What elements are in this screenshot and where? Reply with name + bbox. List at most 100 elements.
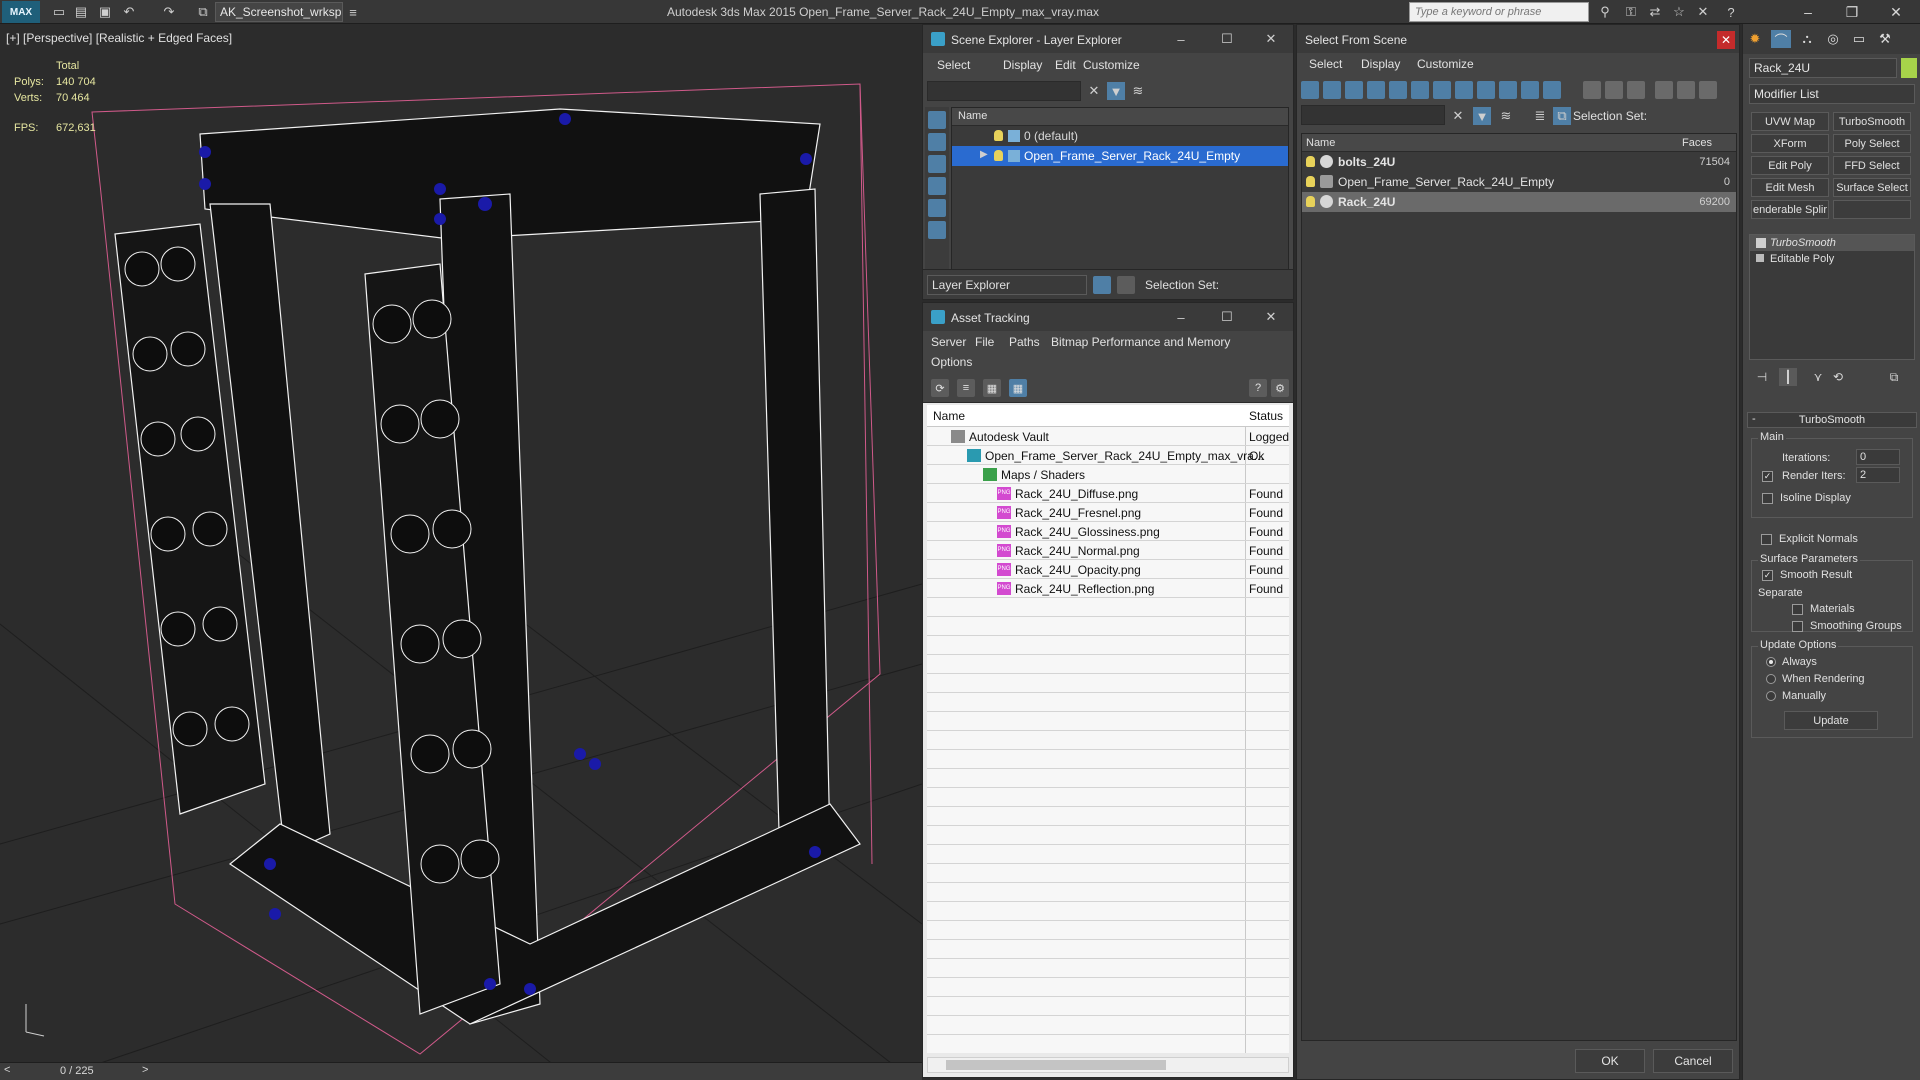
lightbulb-icon[interactable] [994, 130, 1003, 141]
explorer-type-dropdown[interactable]: Layer Explorer [927, 275, 1087, 295]
manually-radio[interactable] [1766, 691, 1776, 701]
asset-row[interactable]: Autodesk Vault Logged [927, 427, 1289, 446]
display-hidden-icon[interactable] [1543, 81, 1561, 99]
asset-row[interactable]: PNG Rack_24U_Diffuse.png Found [927, 484, 1289, 503]
select-none-icon[interactable] [1605, 81, 1623, 99]
undo-icon[interactable]: ↶ [120, 3, 138, 21]
rollout-header[interactable]: - TurboSmooth [1747, 412, 1917, 428]
select-from-scene-search-input[interactable] [1301, 105, 1445, 125]
surface-select-button[interactable]: Surface Select [1833, 178, 1911, 197]
select-all-icon[interactable] [1583, 81, 1601, 99]
exchange-icon[interactable]: ⇄ [1646, 3, 1664, 21]
asset-row[interactable]: Maps / Shaders [927, 465, 1289, 484]
lightbulb-icon[interactable] [1306, 196, 1315, 207]
expand-plus-icon[interactable] [1756, 254, 1764, 262]
display-shapes-icon[interactable] [928, 133, 946, 151]
display-geometry-icon[interactable] [928, 111, 946, 129]
iterations-spinner[interactable]: 0 [1856, 449, 1900, 465]
layer-row[interactable]: 0 (default) [952, 126, 1288, 146]
star-icon[interactable]: ☆ [1670, 3, 1688, 21]
close-icon[interactable]: ✕ [1263, 31, 1279, 47]
perspective-viewport[interactable]: [+] [Perspective] [Realistic + Edged Fac… [0, 24, 922, 1070]
explicit-normals-checkbox[interactable] [1761, 534, 1772, 545]
show-end-result-icon[interactable]: ┃ [1779, 368, 1797, 386]
pin-stack-icon[interactable]: ⊣ [1753, 368, 1771, 386]
save-icon[interactable]: ▣ [96, 3, 114, 21]
time-slider[interactable]: < 0 / 225 > [0, 1062, 922, 1080]
workspace-select[interactable]: AK_Screenshot_wrksp [215, 2, 343, 22]
layers-mode-icon[interactable] [1093, 276, 1111, 294]
lightbulb-icon[interactable] [1306, 176, 1315, 187]
display-lights-icon[interactable] [928, 155, 946, 173]
display-containers-icon[interactable] [1499, 81, 1517, 99]
turbosmooth-button[interactable]: TurboSmooth [1833, 112, 1911, 131]
asset-row[interactable]: PNG Rack_24U_Opacity.png Found [927, 560, 1289, 579]
filter-icon[interactable] [1655, 81, 1673, 99]
xform-button[interactable]: XForm [1751, 134, 1829, 153]
display-xrefs-icon[interactable] [1455, 81, 1473, 99]
open-file-icon[interactable]: ▤ [72, 3, 90, 21]
cancel-button[interactable]: Cancel [1653, 1049, 1733, 1073]
clear-search-icon[interactable]: ✕ [1085, 82, 1103, 100]
name-column-header[interactable]: Name [952, 108, 1288, 126]
display-geometry-icon[interactable] [1301, 81, 1319, 99]
motion-tab-icon[interactable]: ◎ [1823, 30, 1843, 48]
layer-options-icon[interactable]: ≋ [1129, 82, 1147, 100]
menu-select[interactable]: Select [937, 58, 970, 72]
options-icon[interactable] [1699, 81, 1717, 99]
poly-select-button[interactable]: Poly Select [1833, 134, 1911, 153]
edit-poly-button[interactable]: Edit Poly [1751, 156, 1829, 175]
renderable-spline-button[interactable]: enderable Splir [1751, 200, 1829, 219]
prev-frame-icon[interactable]: < [4, 1064, 10, 1076]
redo-icon[interactable]: ↷ [160, 3, 178, 21]
expand-arrow-icon[interactable]: ▶ [980, 149, 988, 160]
menu-bitmap-performance[interactable]: Bitmap Performance and Memory [1051, 335, 1230, 349]
display-cameras-icon[interactable] [928, 177, 946, 195]
layers-icon[interactable]: ≋ [1497, 107, 1515, 125]
help-icon[interactable]: ? [1722, 3, 1740, 21]
update-button[interactable]: Update [1784, 711, 1878, 730]
table-view-icon[interactable]: ▦ [1009, 379, 1027, 397]
name-column-header[interactable]: Name [933, 409, 965, 423]
tools-icon[interactable]: ✕ [1694, 3, 1712, 21]
menu-customize[interactable]: Customize [1083, 58, 1140, 72]
display-cameras-icon[interactable] [1367, 81, 1385, 99]
modifier-list-dropdown[interactable]: Modifier List [1749, 84, 1915, 104]
display-layers-icon[interactable] [928, 221, 946, 239]
collapse-icon[interactable]: - [1752, 413, 1756, 425]
create-tab-icon[interactable]: ✹ [1745, 30, 1765, 48]
filter-toggle-icon[interactable]: ▼ [1473, 107, 1491, 125]
ok-button[interactable]: OK [1575, 1049, 1645, 1073]
filter-icon[interactable]: ▼ [1107, 82, 1125, 100]
minimize-icon[interactable]: – [1173, 31, 1189, 47]
thumbnail-view-icon[interactable]: ▦ [983, 379, 1001, 397]
lightbulb-icon[interactable] [1756, 238, 1766, 248]
key-icon[interactable]: ⚿ [1622, 3, 1640, 21]
menu-options[interactable]: Options [931, 355, 972, 369]
clear-search-icon[interactable]: ✕ [1449, 107, 1467, 125]
object-name-field[interactable]: Rack_24U [1749, 58, 1897, 78]
stack-item-editable-poly[interactable]: Editable Poly [1750, 251, 1914, 267]
object-row[interactable]: Rack_24U 69200 [1302, 192, 1736, 212]
select-invert-icon[interactable] [1627, 81, 1645, 99]
layer-row[interactable]: ▶ Open_Frame_Server_Rack_24U_Empty [952, 146, 1288, 166]
asset-row[interactable]: PNG Rack_24U_Normal.png Found [927, 541, 1289, 560]
keyword-search-input[interactable]: Type a keyword or phrase [1409, 2, 1589, 22]
asset-row[interactable]: Open_Frame_Server_Rack_24U_Empty_max_vra… [927, 446, 1289, 465]
scene-explorer-search-input[interactable] [927, 81, 1081, 101]
utilities-tab-icon[interactable]: ⚒ [1875, 30, 1895, 48]
smooth-result-checkbox[interactable]: ✓ [1762, 570, 1773, 581]
lightbulb-icon[interactable] [1306, 156, 1315, 167]
refresh-icon[interactable]: ⟳ [931, 379, 949, 397]
when-rendering-radio[interactable] [1766, 674, 1776, 684]
hierarchy-mode-icon[interactable]: ⧉ [1553, 107, 1571, 125]
scrollbar-thumb[interactable] [946, 1060, 1166, 1070]
name-column-header[interactable]: Name [1306, 137, 1335, 149]
hierarchy-tab-icon[interactable]: ⛬ [1797, 30, 1817, 48]
list-view-icon[interactable]: ≡ [957, 379, 975, 397]
smoothing-groups-checkbox[interactable] [1792, 621, 1803, 632]
horizontal-scrollbar[interactable] [927, 1057, 1289, 1073]
ffd-select-button[interactable]: FFD Select [1833, 156, 1911, 175]
close-button[interactable]: ✕ [1874, 0, 1918, 24]
asset-row[interactable]: PNG Rack_24U_Reflection.png Found [927, 579, 1289, 598]
